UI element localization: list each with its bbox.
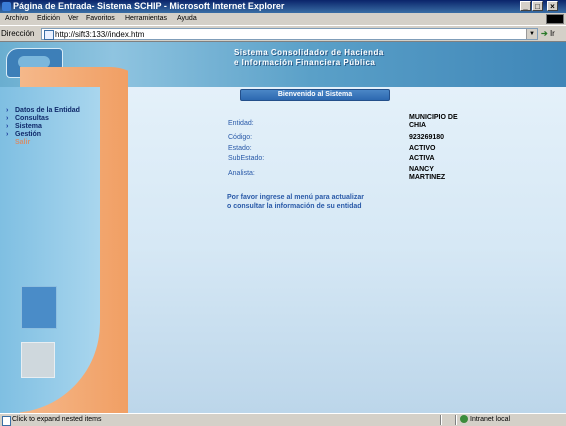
- nav-item-datos-entidad[interactable]: › Datos de la Entidad: [6, 107, 80, 115]
- field-value-analista: NANCY MARTINEZ: [409, 166, 446, 181]
- address-input[interactable]: http://sift3:133//index.htm ▼: [41, 28, 538, 40]
- instruction-line1: Por favor ingrese al menú para actualiza…: [227, 194, 364, 201]
- menu-ayuda[interactable]: Ayuda: [177, 13, 197, 25]
- status-bar: Click to expand nested items Intranet lo…: [0, 413, 566, 426]
- status-divider: [455, 415, 457, 425]
- maximize-button[interactable]: □: [532, 1, 543, 11]
- status-text: Click to expand nested items: [12, 416, 102, 423]
- chevron-right-icon: ›: [6, 107, 9, 114]
- field-value-subestado: ACTIVA: [409, 155, 435, 162]
- chevron-right-icon: ›: [6, 115, 9, 122]
- window-titlebar: Página de Entrada- Sistema SCHIP - Micro…: [0, 0, 566, 13]
- menu-edicion[interactable]: Edición: [37, 13, 60, 25]
- nav-item-consultas[interactable]: › Consultas: [6, 115, 80, 123]
- security-zone: Intranet local: [460, 414, 510, 425]
- field-value-codigo: 923269180: [409, 134, 445, 141]
- menu-bar: Archivo Edición Ver Favoritos Herramient…: [0, 13, 566, 25]
- address-url: http://sift3:133//index.htm: [55, 30, 145, 39]
- close-button[interactable]: ×: [547, 1, 558, 11]
- windows-logo-icon: [546, 14, 564, 24]
- field-label-estado: Estado:: [228, 145, 252, 152]
- menu-herramientas[interactable]: Herramientas: [125, 13, 167, 25]
- page-content: Sistema Consolidador de Hacienda e Infor…: [0, 42, 566, 413]
- field-label-subestado: SubEstado:: [228, 155, 265, 162]
- decorative-square-blue: [21, 286, 57, 329]
- nav-item-gestion[interactable]: › Gestión: [6, 131, 80, 139]
- internet-explorer-icon: [2, 2, 11, 11]
- welcome-banner: Bienvenido al Sistema: [240, 89, 390, 101]
- field-label-entidad: Entidad:: [228, 120, 254, 127]
- minimize-button[interactable]: _: [520, 1, 531, 11]
- chevron-right-icon: ›: [6, 131, 9, 138]
- menu-archivo[interactable]: Archivo: [5, 13, 28, 25]
- menu-ver[interactable]: Ver: [68, 13, 79, 25]
- chevron-down-icon[interactable]: ▼: [526, 29, 537, 39]
- address-bar: Dirección http://sift3:133//index.htm ▼ …: [0, 25, 566, 42]
- instruction-message: Por favor ingrese al menú para actualiza…: [227, 193, 364, 211]
- instruction-line2: o consultar la información de su entidad: [227, 203, 362, 210]
- field-label-analista: Analista:: [228, 170, 255, 177]
- window-title: Página de Entrada- Sistema SCHIP - Micro…: [13, 1, 285, 11]
- decorative-square-gray: [21, 342, 55, 378]
- banner-title-line2: e Información Financiera Pública: [234, 58, 376, 67]
- address-label: Dirección: [1, 29, 35, 38]
- nav-item-sistema[interactable]: › Sistema: [6, 123, 80, 131]
- field-value-estado: ACTIVO: [409, 145, 436, 152]
- field-value-entidad: MUNICIPIO DE CHIA: [409, 114, 458, 129]
- field-label-codigo: Código:: [228, 134, 253, 141]
- page-icon: [44, 30, 54, 40]
- nav-menu: › Datos de la Entidad › Consultas › Sistema…: [6, 107, 80, 147]
- go-arrow-icon: ➔: [541, 29, 548, 38]
- status-divider: [440, 415, 442, 425]
- banner-title-line1: Sistema Consolidador de Hacienda: [234, 48, 384, 57]
- go-button[interactable]: ➔ Ir: [541, 29, 555, 38]
- go-label: Ir: [549, 29, 555, 38]
- nav-item-salir[interactable]: Salir: [6, 139, 80, 147]
- chevron-right-icon: ›: [6, 123, 9, 130]
- menu-favoritos[interactable]: Favoritos: [86, 13, 115, 25]
- intranet-zone-icon: [460, 415, 468, 424]
